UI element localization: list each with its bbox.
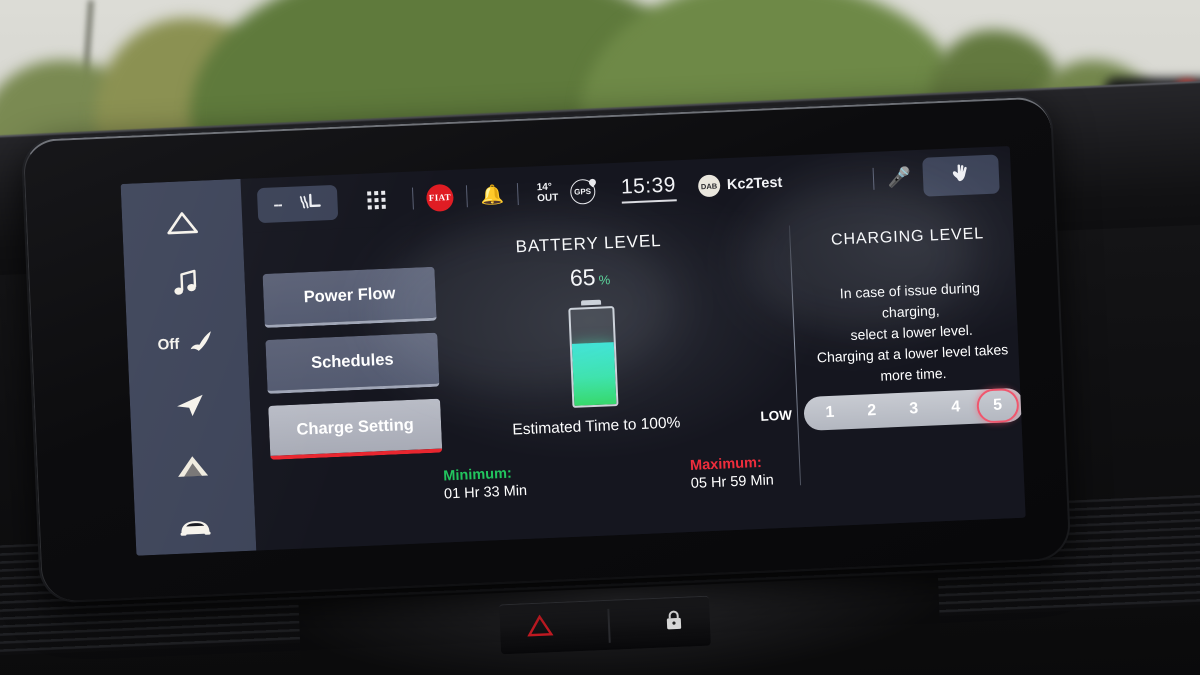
fiat-logo-text: FIAT	[428, 191, 452, 203]
battery-gauge	[568, 299, 619, 408]
infotainment-head-unit: Off -- FIAT 🔔 14° OUT GPS 15:39 DAB Kc2T…	[22, 96, 1070, 602]
charging-note-line-3: Charging at a lower level takes more tim…	[816, 341, 1009, 384]
minimum-label: Minimum:	[443, 465, 513, 485]
status-divider	[516, 183, 519, 206]
charging-level-1[interactable]: 1	[808, 395, 851, 431]
battery-body	[568, 306, 619, 408]
seat-level-label: --	[273, 195, 282, 214]
hand-touch-icon	[952, 164, 967, 181]
home-icon	[167, 211, 198, 234]
charging-level-note: In case of issue during charging, select…	[811, 276, 1011, 389]
microphone-icon[interactable]: 🎤	[887, 165, 912, 190]
hand-touch-button[interactable]	[922, 153, 1000, 197]
maximum-time-block: Maximum: 05 Hr 59 Min	[690, 454, 774, 492]
maximum-label: Maximum:	[689, 454, 763, 474]
status-spacer	[782, 179, 860, 182]
bell-icon[interactable]: 🔔	[480, 183, 505, 208]
navigation-arrow-icon	[177, 394, 203, 416]
sidebar-item-navigation[interactable]	[129, 376, 251, 434]
status-divider	[872, 167, 875, 190]
hazard-triangle-svg	[527, 614, 554, 637]
climate-status-label: Off	[157, 335, 180, 354]
physical-button-panel	[499, 595, 711, 655]
dab-badge: DAB	[697, 174, 721, 198]
infotainment-screen[interactable]: Off -- FIAT 🔔 14° OUT GPS 15:39 DAB Kc2T…	[120, 145, 1026, 556]
charge-setting-button[interactable]: Charge Setting	[268, 398, 443, 460]
battery-cap	[580, 299, 602, 306]
sidebar-item-home[interactable]	[121, 193, 243, 251]
main-sidebar: Off	[120, 178, 257, 556]
screenshot-scene: Off -- FIAT 🔔 14° OUT GPS 15:39 DAB Kc2T…	[0, 0, 1200, 675]
gps-icon: GPS	[569, 178, 596, 205]
battery-panel: BATTERY LEVEL 65% Estimated Time to 100%	[443, 228, 741, 442]
estimated-time-range: Minimum: 01 Hr 33 Min Maximum: 05 Hr 59 …	[443, 454, 774, 503]
heated-seat-icon	[299, 193, 321, 209]
music-note-icon	[174, 269, 197, 295]
clock[interactable]: 15:39	[620, 173, 677, 204]
sidebar-item-climate[interactable]: Off	[126, 315, 248, 373]
page-nav-buttons: Power Flow Schedules Charge Setting	[262, 266, 443, 460]
radio-status[interactable]: DAB Kc2Test	[697, 172, 783, 198]
charging-level-panel: CHARGING LEVEL In case of issue during c…	[809, 224, 1012, 389]
car-icon	[180, 520, 211, 536]
outside-temp-label: OUT	[537, 192, 559, 205]
fiat-logo-icon[interactable]: FIAT	[425, 183, 454, 212]
battery-fill	[571, 341, 617, 406]
climate-seat-icon	[190, 330, 211, 351]
sidebar-item-media[interactable]	[124, 254, 246, 312]
heated-seat-button[interactable]: --	[256, 184, 339, 223]
door-lock-icon[interactable]	[664, 609, 683, 637]
charging-level-title: CHARGING LEVEL	[830, 225, 985, 249]
panel-divider	[788, 225, 802, 486]
battery-percent-value: 65	[569, 263, 597, 291]
charge-setting-page: Power Flow Schedules Charge Setting BATT…	[242, 199, 1026, 551]
battery-percent: 65%	[445, 258, 736, 297]
maximum-value: 05 Hr 59 Min	[690, 472, 775, 492]
status-divider	[411, 187, 414, 210]
sidebar-item-android-auto[interactable]	[132, 437, 254, 495]
power-flow-button[interactable]: Power Flow	[262, 266, 437, 328]
status-divider	[465, 185, 468, 208]
charging-level-2[interactable]: 2	[850, 393, 893, 429]
charging-level-track[interactable]: 12345	[803, 387, 1025, 432]
schedules-button[interactable]: Schedules	[265, 332, 440, 394]
battery-level-title: BATTERY LEVEL	[515, 230, 662, 257]
outside-temperature: 14° OUT	[537, 181, 559, 205]
sidebar-item-vehicle[interactable]	[134, 498, 256, 556]
charging-level-3[interactable]: 3	[892, 391, 935, 427]
battery-percent-unit: %	[598, 272, 611, 288]
estimated-time-label: Estimated Time to 100%	[512, 414, 681, 439]
android-auto-chevron-icon	[178, 455, 209, 477]
minimum-value: 01 Hr 33 Min	[443, 482, 528, 503]
door-lock-svg	[666, 610, 681, 630]
low-label: LOW	[760, 407, 793, 424]
charging-level-5[interactable]: 5	[976, 387, 1020, 424]
minimum-time-block: Minimum: 01 Hr 33 Min	[443, 465, 527, 503]
charging-level-4[interactable]: 4	[934, 390, 977, 426]
charging-level-selector: LOW 12345 HIGH	[760, 387, 1025, 432]
hazard-triangle-icon[interactable]	[527, 614, 554, 642]
app-grid-icon[interactable]	[367, 190, 386, 210]
button-divider	[607, 608, 611, 643]
gps-label: GPS	[573, 186, 592, 197]
radio-station-name: Kc2Test	[726, 174, 783, 194]
